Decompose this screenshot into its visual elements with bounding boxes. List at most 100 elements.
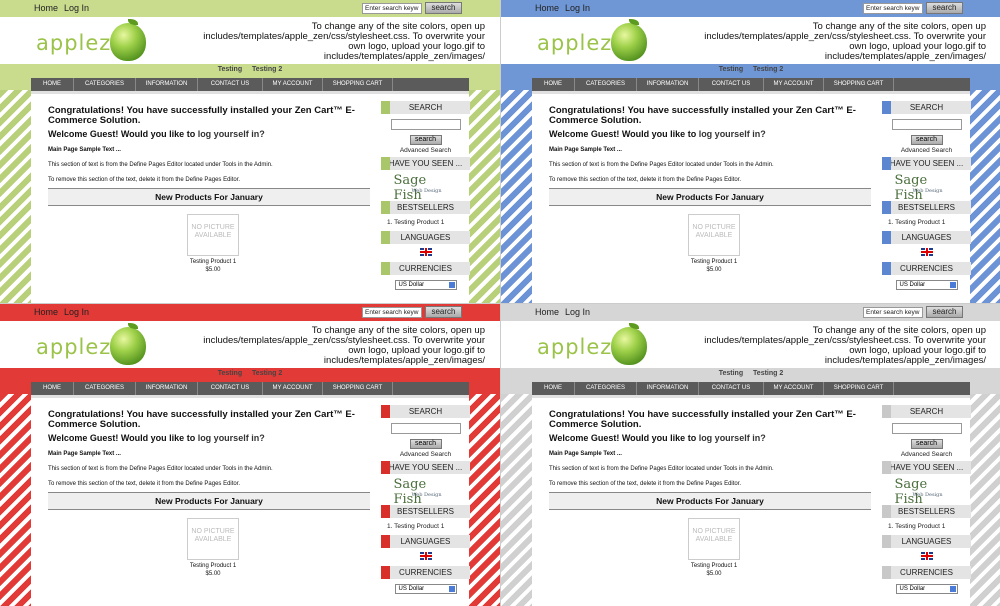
login-link[interactable]: Log In <box>64 307 89 317</box>
home-link[interactable]: Home <box>34 307 58 317</box>
nav-home[interactable]: HOME <box>31 382 74 395</box>
product-name-link[interactable]: Testing Product 1 <box>549 563 879 569</box>
login-prompt-link[interactable]: log yourself in? <box>198 433 265 443</box>
header-instructions: To change any of the site colors, open u… <box>704 325 986 366</box>
nav-categories[interactable]: CATEGORIES <box>575 382 637 395</box>
advanced-search-link[interactable]: Advanced Search <box>381 451 470 458</box>
nav-categories[interactable]: CATEGORIES <box>575 78 637 91</box>
product-name-link[interactable]: Testing Product 1 <box>48 259 378 265</box>
bestseller-item[interactable]: 1. Testing Product 1 <box>888 219 971 226</box>
home-link[interactable]: Home <box>535 3 559 13</box>
bestseller-item[interactable]: 1. Testing Product 1 <box>387 219 470 226</box>
nav-my-account[interactable]: MY ACCOUNT <box>764 78 824 91</box>
login-prompt-link[interactable]: log yourself in? <box>198 129 265 139</box>
nav-information[interactable]: INFORMATION <box>136 382 198 395</box>
uk-flag-icon[interactable] <box>419 552 432 560</box>
bestseller-item[interactable]: 1. Testing Product 1 <box>888 523 971 530</box>
sidebar-search-button[interactable]: search <box>910 439 943 449</box>
nav-home[interactable]: HOME <box>532 78 575 91</box>
sidebar-search-button[interactable]: search <box>409 135 442 145</box>
uk-flag-icon[interactable] <box>920 248 933 256</box>
nav-information[interactable]: INFORMATION <box>637 382 699 395</box>
advanced-search-link[interactable]: Advanced Search <box>381 147 470 154</box>
nav-home[interactable]: HOME <box>532 382 575 395</box>
product-name-link[interactable]: Testing Product 1 <box>48 563 378 569</box>
login-prompt-link[interactable]: log yourself in? <box>699 129 766 139</box>
header-search-button[interactable]: search <box>425 2 462 14</box>
nav-contact-us[interactable]: CONTACT US <box>699 78 764 91</box>
subnav-testing[interactable]: Testing <box>719 66 743 73</box>
subnav-testing[interactable]: Testing <box>218 66 242 73</box>
nav-shopping-cart[interactable]: SHOPPING CART <box>824 382 894 395</box>
subnav-testing[interactable]: Testing <box>218 370 242 377</box>
store-panel-red: Home Log In Enter search keyw search app… <box>0 303 500 606</box>
subnav-testing-2[interactable]: Testing 2 <box>753 66 783 73</box>
no-picture-placeholder[interactable]: NO PICTURE AVAILABLE <box>688 518 740 560</box>
no-picture-placeholder[interactable]: NO PICTURE AVAILABLE <box>187 214 239 256</box>
login-link[interactable]: Log In <box>565 307 590 317</box>
header-search-input[interactable]: Enter search keyw <box>362 3 422 14</box>
no-picture-placeholder[interactable]: NO PICTURE AVAILABLE <box>187 518 239 560</box>
nav-my-account[interactable]: MY ACCOUNT <box>263 78 323 91</box>
content-area: Congratulations! You have successfully i… <box>532 91 971 303</box>
subnav-testing-2[interactable]: Testing 2 <box>252 370 282 377</box>
advanced-search-link[interactable]: Advanced Search <box>882 451 971 458</box>
nav-contact-us[interactable]: CONTACT US <box>198 78 263 91</box>
login-prompt-link[interactable]: log yourself in? <box>699 433 766 443</box>
applezen-logo[interactable]: applezen <box>537 323 657 367</box>
header-search-input[interactable]: Enter search keyw <box>863 3 923 14</box>
congratulations-heading: Congratulations! You have successfully i… <box>549 105 856 126</box>
sidebar-search-button[interactable]: search <box>910 135 943 145</box>
nav-my-account[interactable]: MY ACCOUNT <box>764 382 824 395</box>
bestseller-item[interactable]: 1. Testing Product 1 <box>387 523 470 530</box>
nav-shopping-cart[interactable]: SHOPPING CART <box>323 382 393 395</box>
applezen-logo[interactable]: applezen <box>36 19 156 63</box>
currency-select[interactable]: US Dollar <box>394 584 457 594</box>
home-link[interactable]: Home <box>535 307 559 317</box>
header-search-button[interactable]: search <box>926 2 963 14</box>
currency-select[interactable]: US Dollar <box>895 584 958 594</box>
sage-fish-banner[interactable]: Sage Fish Web Design <box>394 173 458 203</box>
uk-flag-icon[interactable] <box>920 552 933 560</box>
nav-categories[interactable]: CATEGORIES <box>74 382 136 395</box>
sidebar-search-input[interactable] <box>390 423 461 434</box>
product-name-link[interactable]: Testing Product 1 <box>549 259 879 265</box>
advanced-search-link[interactable]: Advanced Search <box>882 147 971 154</box>
category-subnav: Testing Testing 2 <box>0 64 500 76</box>
header-search-input[interactable]: Enter search keyw <box>362 307 422 318</box>
nav-my-account[interactable]: MY ACCOUNT <box>263 382 323 395</box>
currency-select[interactable]: US Dollar <box>895 280 958 290</box>
subnav-testing-2[interactable]: Testing 2 <box>252 66 282 73</box>
login-link[interactable]: Log In <box>64 3 89 13</box>
nav-information[interactable]: INFORMATION <box>637 78 699 91</box>
uk-flag-icon[interactable] <box>419 248 432 256</box>
sidebar-search-input[interactable] <box>891 119 962 130</box>
currency-select[interactable]: US Dollar <box>394 280 457 290</box>
nav-shopping-cart[interactable]: SHOPPING CART <box>323 78 393 91</box>
apple-icon <box>611 23 647 61</box>
header-search-input[interactable]: Enter search keyw <box>863 307 923 318</box>
header-search-button[interactable]: search <box>926 306 963 318</box>
subnav-testing-2[interactable]: Testing 2 <box>753 370 783 377</box>
sidebar-search-button[interactable]: search <box>409 439 442 449</box>
nav-information[interactable]: INFORMATION <box>136 78 198 91</box>
home-link[interactable]: Home <box>34 3 58 13</box>
nav-contact-us[interactable]: CONTACT US <box>198 382 263 395</box>
nav-categories[interactable]: CATEGORIES <box>74 78 136 91</box>
sage-fish-banner[interactable]: Sage Fish Web Design <box>895 173 959 203</box>
applezen-logo[interactable]: applezen <box>537 19 657 63</box>
category-subnav: Testing Testing 2 <box>0 368 500 380</box>
no-picture-placeholder[interactable]: NO PICTURE AVAILABLE <box>688 214 740 256</box>
subnav-testing[interactable]: Testing <box>719 370 743 377</box>
header-search-button[interactable]: search <box>425 306 462 318</box>
heading-marker <box>381 405 390 418</box>
nav-home[interactable]: HOME <box>31 78 74 91</box>
applezen-logo[interactable]: applezen <box>36 323 156 367</box>
sage-fish-banner[interactable]: Sage Fish Web Design <box>895 477 959 507</box>
login-link[interactable]: Log In <box>565 3 590 13</box>
nav-shopping-cart[interactable]: SHOPPING CART <box>824 78 894 91</box>
sage-fish-banner[interactable]: Sage Fish Web Design <box>394 477 458 507</box>
sidebar-search-input[interactable] <box>891 423 962 434</box>
nav-contact-us[interactable]: CONTACT US <box>699 382 764 395</box>
sidebar-search-input[interactable] <box>390 119 461 130</box>
